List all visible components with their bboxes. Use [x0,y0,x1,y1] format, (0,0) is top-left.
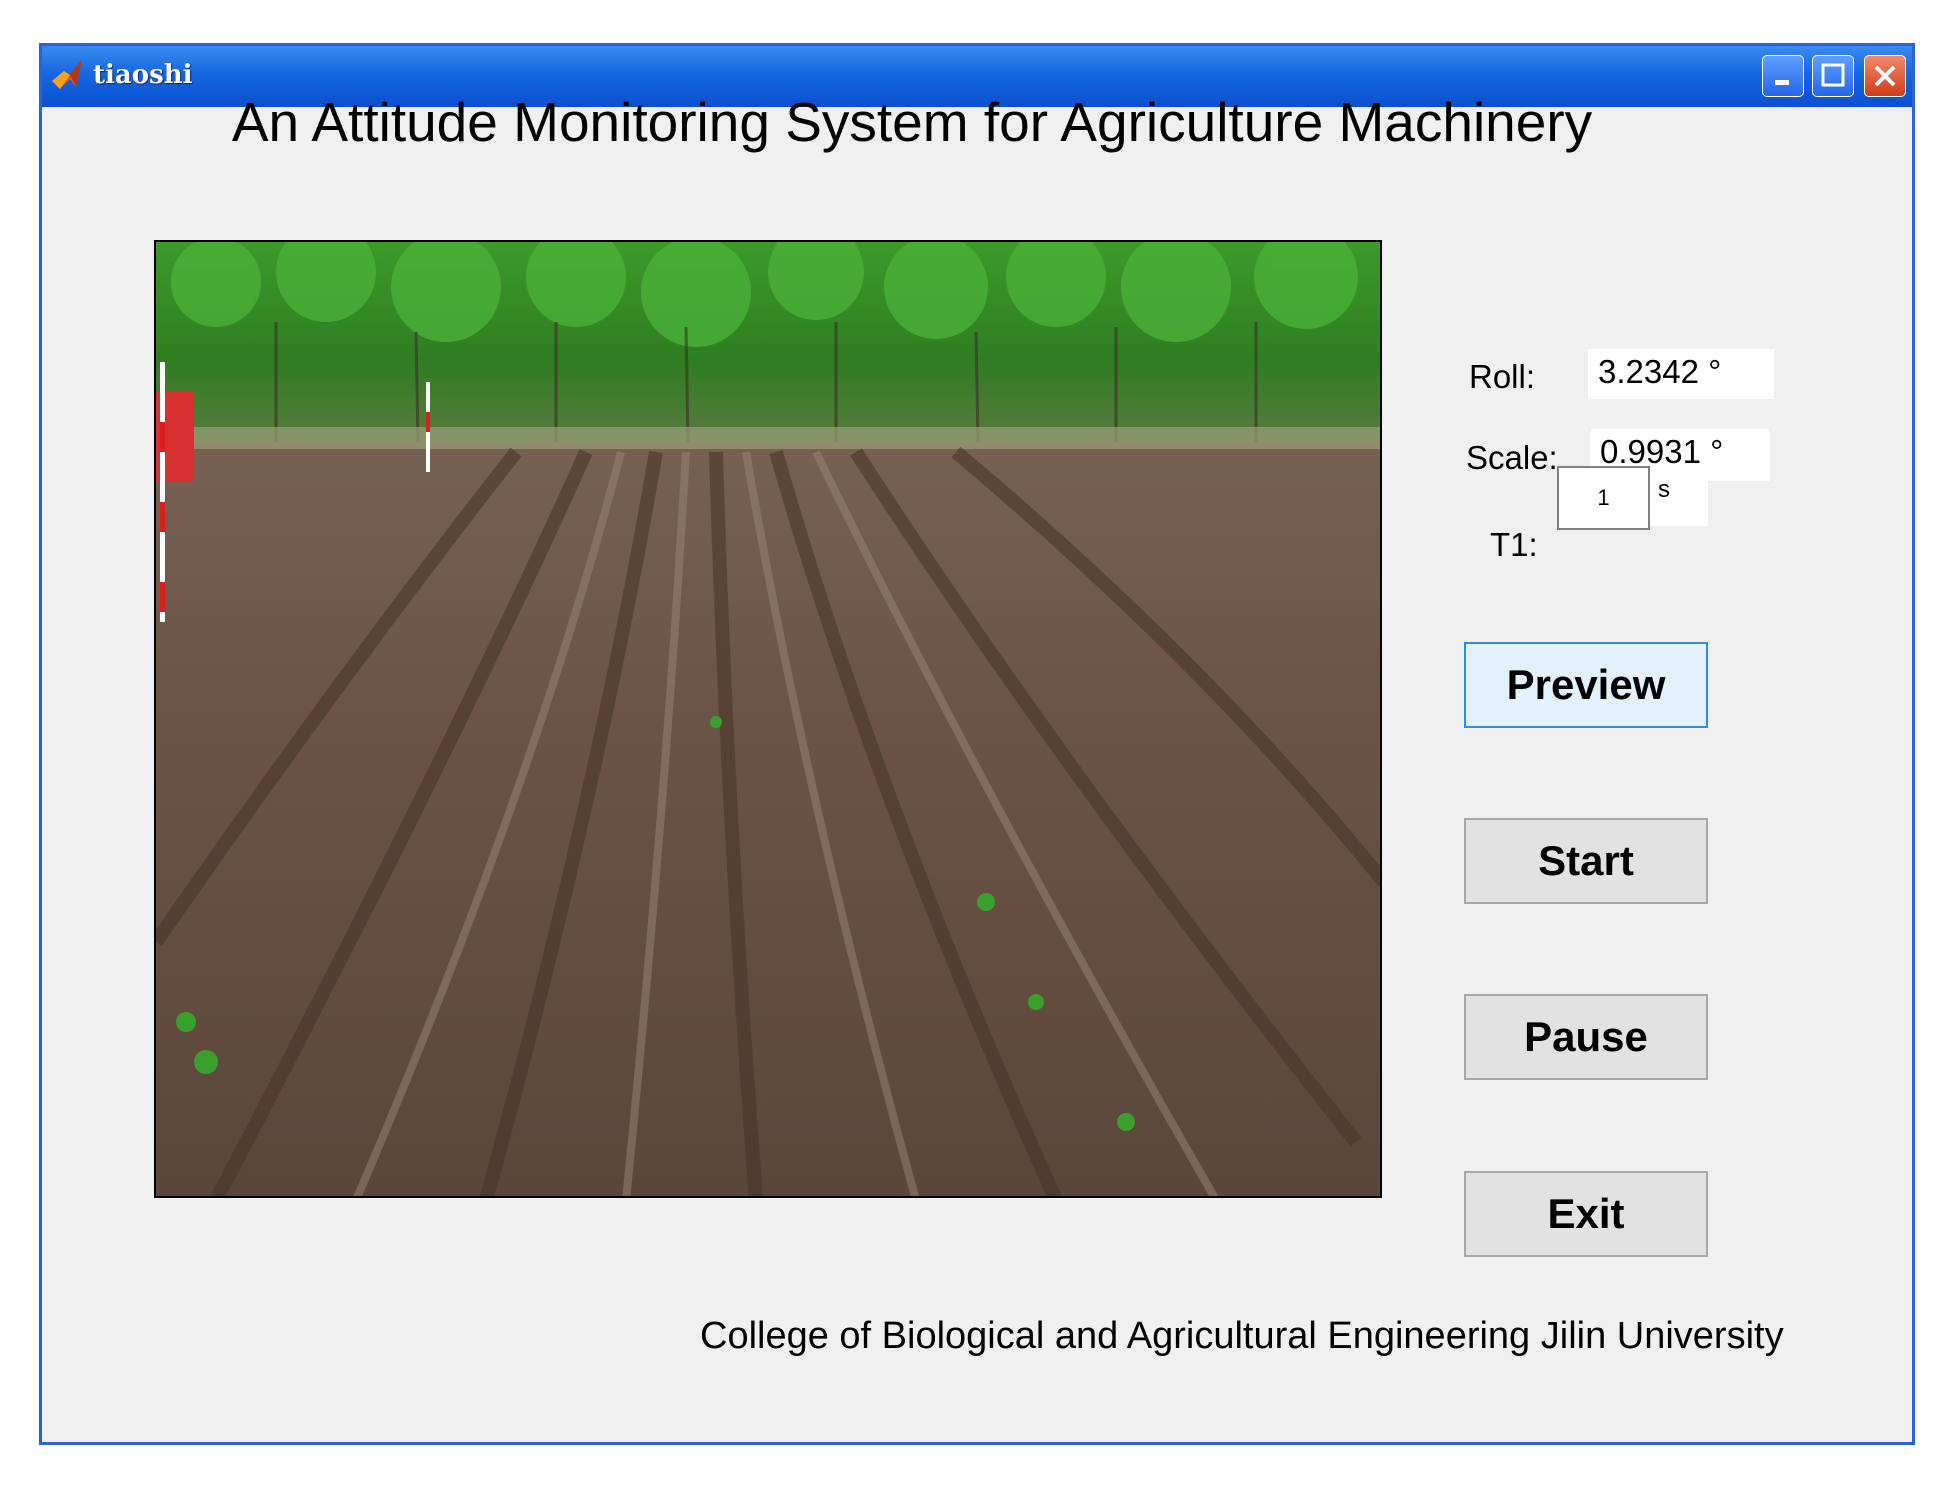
maximize-button[interactable] [1812,55,1854,97]
matlab-logo-icon [50,57,86,93]
minimize-icon [1775,80,1789,85]
scale-label: Scale: [1466,439,1558,476]
pause-button[interactable]: Pause [1464,994,1708,1080]
exit-button[interactable]: Exit [1464,1171,1708,1257]
footer-credit: College of Biological and Agricultural E… [700,1315,1784,1357]
close-button[interactable] [1864,55,1906,97]
t1-input[interactable]: 1 [1557,466,1650,530]
roll-value: 3.2342 ° [1588,349,1774,399]
close-icon [1874,65,1896,87]
window-title: tiaoshi [93,60,193,90]
maximize-icon [1821,63,1845,87]
roll-label: Roll: [1469,358,1536,395]
t1-unit: s [1650,476,1708,526]
start-button[interactable]: Start [1464,818,1708,904]
t1-label: T1: [1490,526,1538,563]
preview-button[interactable]: Preview [1464,642,1708,728]
page-title: An Attitude Monitoring System for Agricu… [231,91,1593,153]
field-photo [156,242,1380,1196]
camera-preview-image [154,240,1382,1198]
minimize-button[interactable] [1762,55,1804,97]
